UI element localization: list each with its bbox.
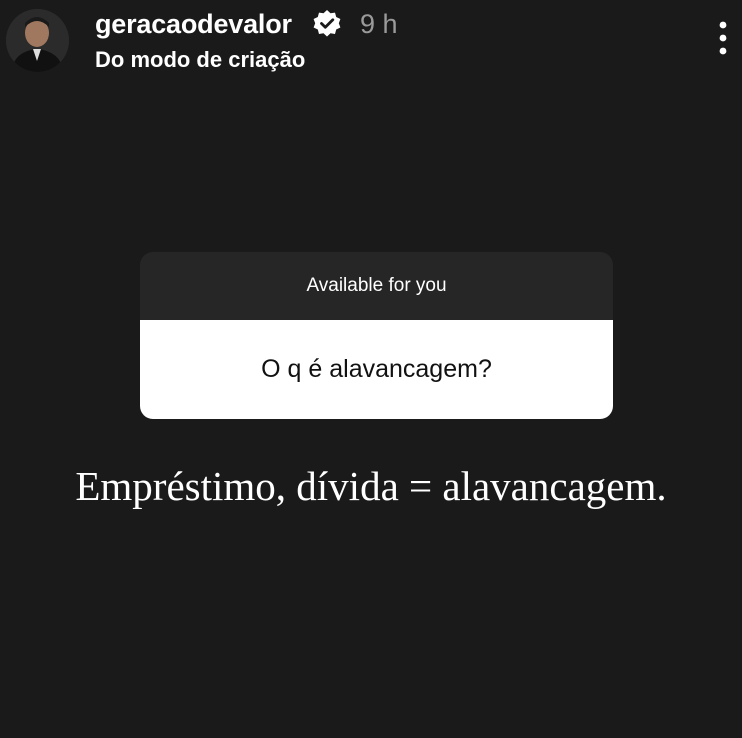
post-timestamp: 9 h xyxy=(360,9,398,39)
question-sticker-header: Available for you xyxy=(140,252,613,320)
verified-badge-icon xyxy=(313,10,341,37)
question-text: O q é alavancagem? xyxy=(140,320,613,419)
answer-text: Empréstimo, dívida = alavancagem. xyxy=(75,463,667,509)
avatar-image xyxy=(6,9,69,72)
question-sticker: Available for you O q é alavancagem? xyxy=(140,252,613,419)
profile-avatar[interactable] xyxy=(6,9,69,72)
username[interactable]: geracaodevalor xyxy=(95,8,292,40)
story-subtitle: Do modo de criação xyxy=(95,47,306,72)
more-options-button[interactable] xyxy=(708,18,738,58)
story-header: geracaodevalor 9 h Do modo de criação xyxy=(0,0,742,80)
more-options-icon xyxy=(719,21,727,55)
